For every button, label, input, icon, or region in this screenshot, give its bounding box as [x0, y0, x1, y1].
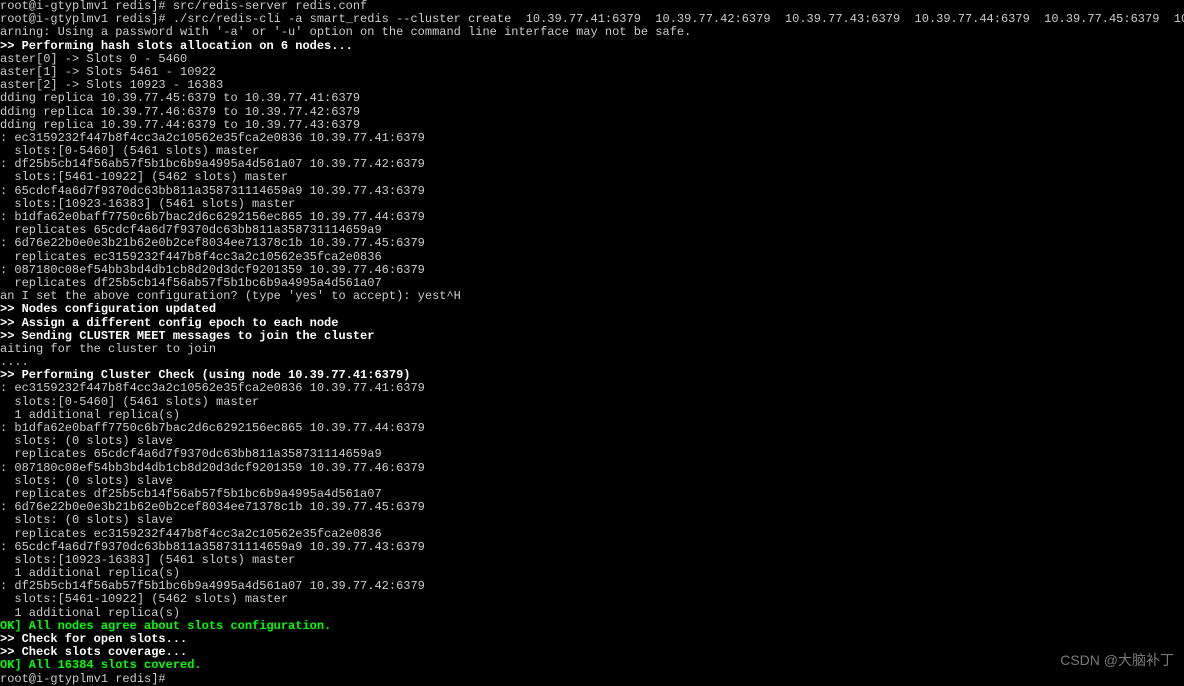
terminal-line: aiting for the cluster to join	[0, 343, 1184, 356]
terminal-line: replicates ec3159232f447b8f4cc3a2c10562e…	[0, 251, 1184, 264]
terminal-line: slots:[5461-10922] (5462 slots) master	[0, 593, 1184, 606]
terminal-output[interactable]: root@i-gtyplmv1 redis]# src/redis-server…	[0, 0, 1184, 686]
terminal-line: : 087180c08ef54bb3bd4db1cb8d20d3dcf92013…	[0, 462, 1184, 475]
terminal-line: >> Performing hash slots allocation on 6…	[0, 40, 1184, 53]
terminal-line: replicates 65cdcf4a6d7f9370dc63bb811a358…	[0, 448, 1184, 461]
terminal-line: >> Assign a different config epoch to ea…	[0, 317, 1184, 330]
terminal-line: : ec3159232f447b8f4cc3a2c10562e35fca2e08…	[0, 382, 1184, 395]
terminal-line: 1 additional replica(s)	[0, 607, 1184, 620]
terminal-line: slots:[5461-10922] (5462 slots) master	[0, 171, 1184, 184]
terminal-line: dding replica 10.39.77.44:6379 to 10.39.…	[0, 119, 1184, 132]
terminal-line: slots: (0 slots) slave	[0, 475, 1184, 488]
terminal-line: dding replica 10.39.77.46:6379 to 10.39.…	[0, 106, 1184, 119]
terminal-line: : 65cdcf4a6d7f9370dc63bb811a358731114659…	[0, 541, 1184, 554]
terminal-line: >> Nodes configuration updated	[0, 303, 1184, 316]
terminal-line: replicates ec3159232f447b8f4cc3a2c10562e…	[0, 528, 1184, 541]
terminal-line: OK] All 16384 slots covered.	[0, 659, 1184, 672]
watermark-text: CSDN @大脑补丁	[1060, 653, 1174, 668]
terminal-line: slots: (0 slots) slave	[0, 514, 1184, 527]
terminal-line: arning: Using a password with '-a' or '-…	[0, 26, 1184, 39]
terminal-line: : 087180c08ef54bb3bd4db1cb8d20d3dcf92013…	[0, 264, 1184, 277]
terminal-line: slots:[0-5460] (5461 slots) master	[0, 396, 1184, 409]
terminal-line: : 65cdcf4a6d7f9370dc63bb811a358731114659…	[0, 185, 1184, 198]
terminal-line: >> Sending CLUSTER MEET messages to join…	[0, 330, 1184, 343]
terminal-line: aster[0] -> Slots 0 - 5460	[0, 53, 1184, 66]
terminal-line: : 6d76e22b0e0e3b21b62e0b2cef8034ee71378c…	[0, 501, 1184, 514]
terminal-line: dding replica 10.39.77.45:6379 to 10.39.…	[0, 92, 1184, 105]
terminal-line: root@i-gtyplmv1 redis]#	[0, 673, 1184, 686]
terminal-line: : b1dfa62e0baff7750c6b7bac2d6c6292156ec8…	[0, 422, 1184, 435]
terminal-line: : 6d76e22b0e0e3b21b62e0b2cef8034ee71378c…	[0, 237, 1184, 250]
